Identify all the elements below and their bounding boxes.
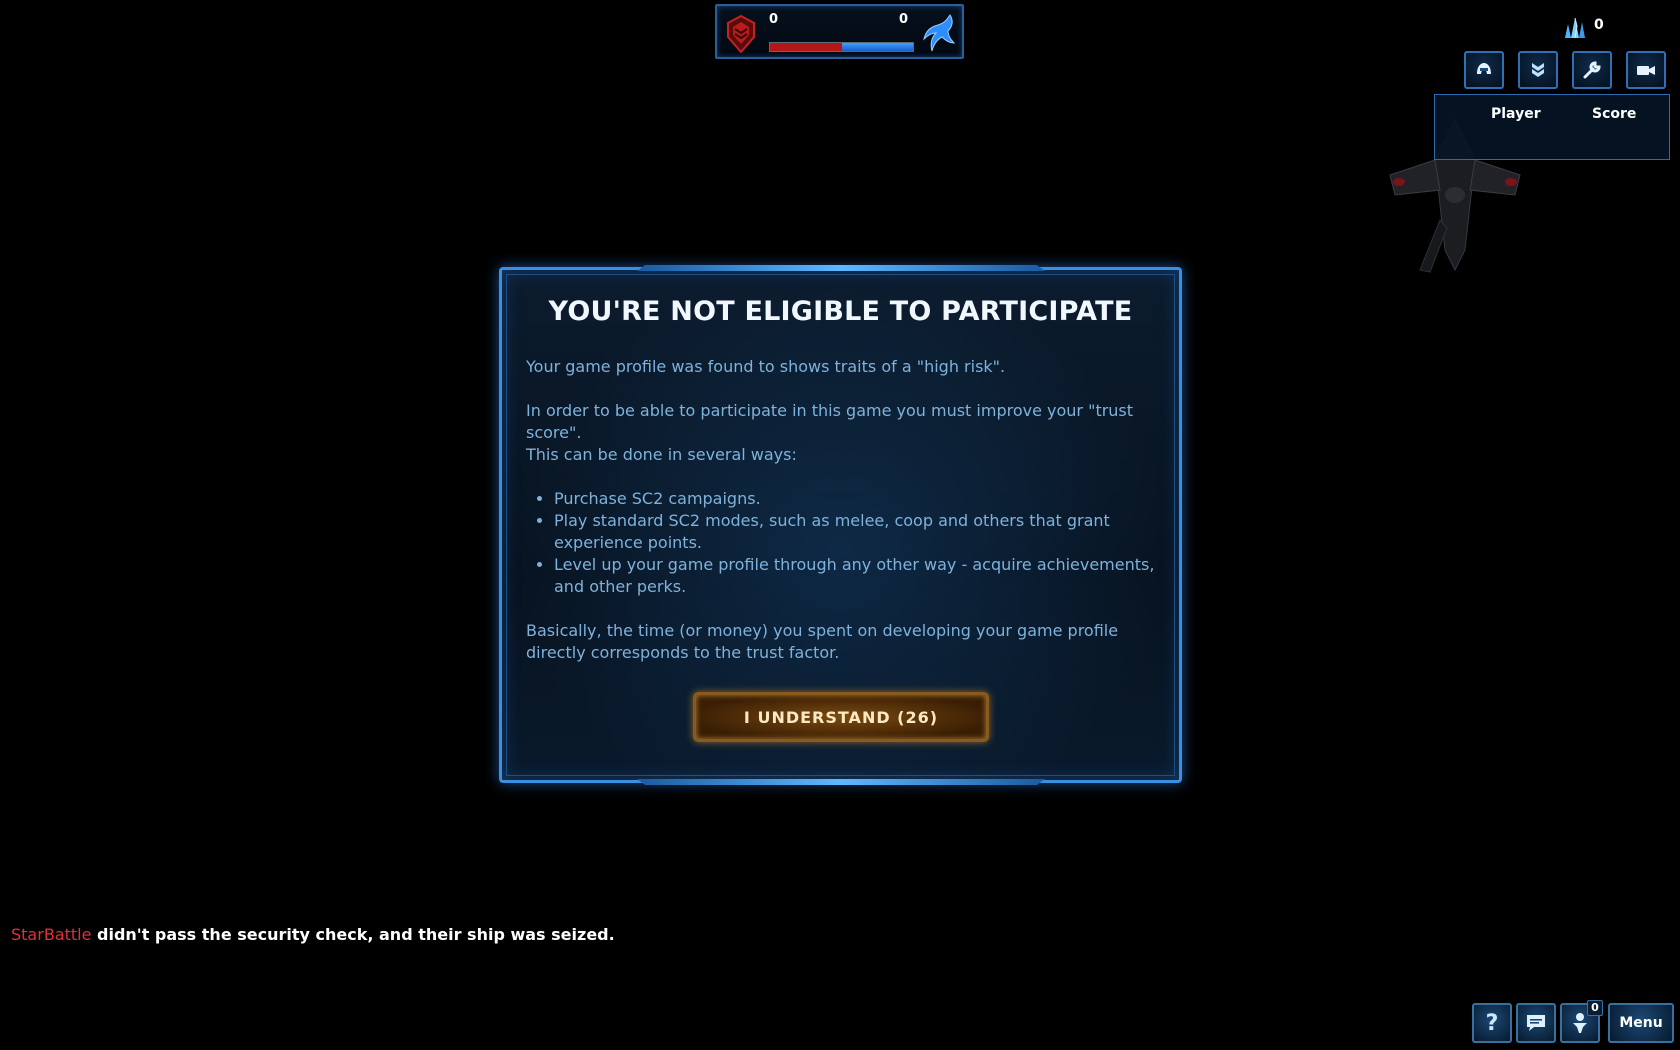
i-understand-button[interactable]: I UNDERSTAND (26) xyxy=(693,692,989,742)
red-team-share xyxy=(770,43,842,51)
eligibility-dialog: YOU'RE NOT ELIGIBLE TO PARTICIPATE Your … xyxy=(499,265,1182,785)
dialog-bottom-ornament xyxy=(637,779,1045,785)
trust-factor-text: Basically, the time (or money) you spent… xyxy=(526,621,1119,662)
trust-score-text: In order to be able to participate in th… xyxy=(526,401,1134,442)
list-item: Purchase SC2 campaigns. xyxy=(554,488,1156,510)
helmet-icon xyxy=(1477,63,1491,74)
question-mark-icon: ? xyxy=(1485,1010,1499,1036)
social-person-icon xyxy=(1573,1013,1587,1033)
system-message: StarBattle didn't pass the security chec… xyxy=(11,925,615,944)
left-team-score: 0 xyxy=(769,12,779,27)
rank-button[interactable] xyxy=(1518,51,1558,89)
social-count-badge: 0 xyxy=(1587,1000,1603,1016)
terran-red-emblem-icon xyxy=(727,15,755,53)
player-score-panel: Player Score xyxy=(1434,94,1670,160)
ways-intro-text: This can be done in several ways: xyxy=(526,445,797,464)
dialog-top-ornament xyxy=(637,265,1045,271)
list-item: Level up your game profile through any o… xyxy=(554,554,1156,598)
crystal-count: 0 xyxy=(1594,17,1604,33)
score-balance-bar xyxy=(769,42,914,52)
message-text: didn't pass the security check, and thei… xyxy=(91,925,615,944)
tools-button[interactable] xyxy=(1572,51,1612,89)
protoss-blue-emblem-icon xyxy=(923,14,956,52)
player-name: StarBattle xyxy=(11,925,92,944)
score-column-header: Score xyxy=(1592,106,1637,122)
camera-button[interactable] xyxy=(1626,51,1666,89)
menu-button[interactable]: Menu xyxy=(1608,1003,1674,1043)
camera-icon xyxy=(1637,66,1655,75)
dialog-body: Your game profile was found to shows tra… xyxy=(526,356,1156,664)
wrench-icon xyxy=(1583,61,1601,79)
player-column-header: Player xyxy=(1491,106,1541,122)
help-button[interactable]: ? xyxy=(1472,1003,1512,1043)
ways-list: Purchase SC2 campaigns. Play standard SC… xyxy=(526,488,1156,598)
blue-team-share xyxy=(841,43,913,51)
chat-bubble-icon xyxy=(1527,1015,1545,1031)
right-team-score: 0 xyxy=(898,12,908,27)
dialog-title: YOU'RE NOT ELIGIBLE TO PARTICIPATE xyxy=(548,296,1133,327)
helmet-button[interactable] xyxy=(1464,51,1504,89)
rank-chevron-icon xyxy=(1532,63,1544,77)
chat-button[interactable] xyxy=(1516,1003,1556,1043)
team-score-bar: 0 0 xyxy=(715,4,964,59)
risk-notice-text: Your game profile was found to shows tra… xyxy=(526,357,1006,376)
list-item: Play standard SC2 modes, such as melee, … xyxy=(554,510,1156,554)
mineral-crystal-icon xyxy=(1565,17,1585,39)
